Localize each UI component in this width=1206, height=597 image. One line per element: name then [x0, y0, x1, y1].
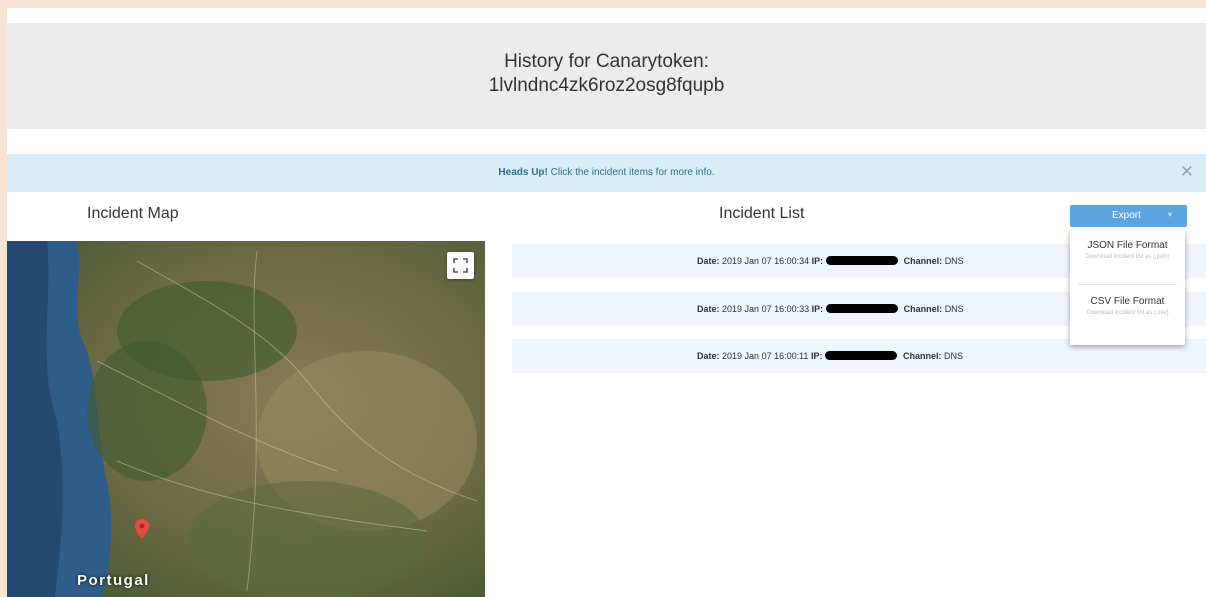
- ip-label: IP:: [811, 256, 824, 266]
- redacted-ip: [826, 304, 899, 313]
- incident-channel: DNS: [944, 304, 964, 314]
- channel-label: Channel:: [903, 304, 943, 314]
- chevron-down-icon: ▾: [1168, 210, 1173, 219]
- export-label: Export: [1112, 210, 1141, 221]
- page-title-line1: History for Canarytoken:: [504, 51, 709, 72]
- channel-label: Channel:: [903, 256, 943, 266]
- date-label: Date:: [697, 304, 720, 314]
- map-country-label: Portugal: [77, 572, 150, 589]
- incident-channel: DNS: [944, 351, 964, 361]
- incident-map-title: Incident Map: [87, 205, 179, 222]
- alert-message: Heads Up! Click the incident items for m…: [7, 167, 1206, 178]
- close-icon[interactable]: ✕: [1180, 162, 1194, 182]
- canarytoken-history-page: History for Canarytoken: 1lvlndnc4zk6roz…: [7, 8, 1206, 597]
- export-csv-option[interactable]: CSV File Format Download incident list a…: [1070, 296, 1185, 318]
- page-header: History for Canarytoken: 1lvlndnc4zk6roz…: [7, 23, 1206, 129]
- menu-divider: [1078, 284, 1177, 285]
- incident-date: 2019 Jan 07 16:00:11: [722, 351, 809, 361]
- fullscreen-icon[interactable]: [447, 252, 474, 279]
- export-dropdown-menu: JSON File Format Download incident list …: [1070, 230, 1185, 345]
- date-label: Date:: [697, 351, 720, 361]
- heads-up-alert: Heads Up! Click the incident items for m…: [7, 154, 1206, 192]
- export-button[interactable]: Export ▾: [1070, 205, 1187, 227]
- satellite-map-image: [7, 241, 485, 597]
- incident-date: 2019 Jan 07 16:00:33: [722, 304, 810, 314]
- export-option-desc: Download incident list as (.csv): [1086, 310, 1169, 316]
- export-option-desc: Download incident list as (.json): [1085, 254, 1170, 260]
- alert-text: Click the incident items for more info.: [547, 167, 715, 178]
- page-title-token: 1lvlndnc4zk6roz2osg8fqupb: [488, 75, 725, 96]
- export-json-option[interactable]: JSON File Format Download incident list …: [1070, 240, 1185, 262]
- export-option-title: CSV File Format: [1090, 296, 1165, 307]
- ip-label: IP:: [810, 351, 823, 361]
- redacted-ip: [826, 256, 899, 265]
- incident-map[interactable]: Portugal: [7, 241, 485, 597]
- date-label: Date:: [697, 256, 720, 266]
- alert-bold: Heads Up!: [498, 167, 548, 178]
- incident-list-title: Incident List: [719, 205, 805, 222]
- channel-label: Channel:: [903, 351, 942, 361]
- ip-label: IP:: [811, 304, 824, 314]
- export-option-title: JSON File Format: [1087, 240, 1168, 251]
- incident-channel: DNS: [944, 256, 964, 266]
- incident-date: 2019 Jan 07 16:00:34: [722, 256, 810, 266]
- redacted-ip: [825, 351, 898, 360]
